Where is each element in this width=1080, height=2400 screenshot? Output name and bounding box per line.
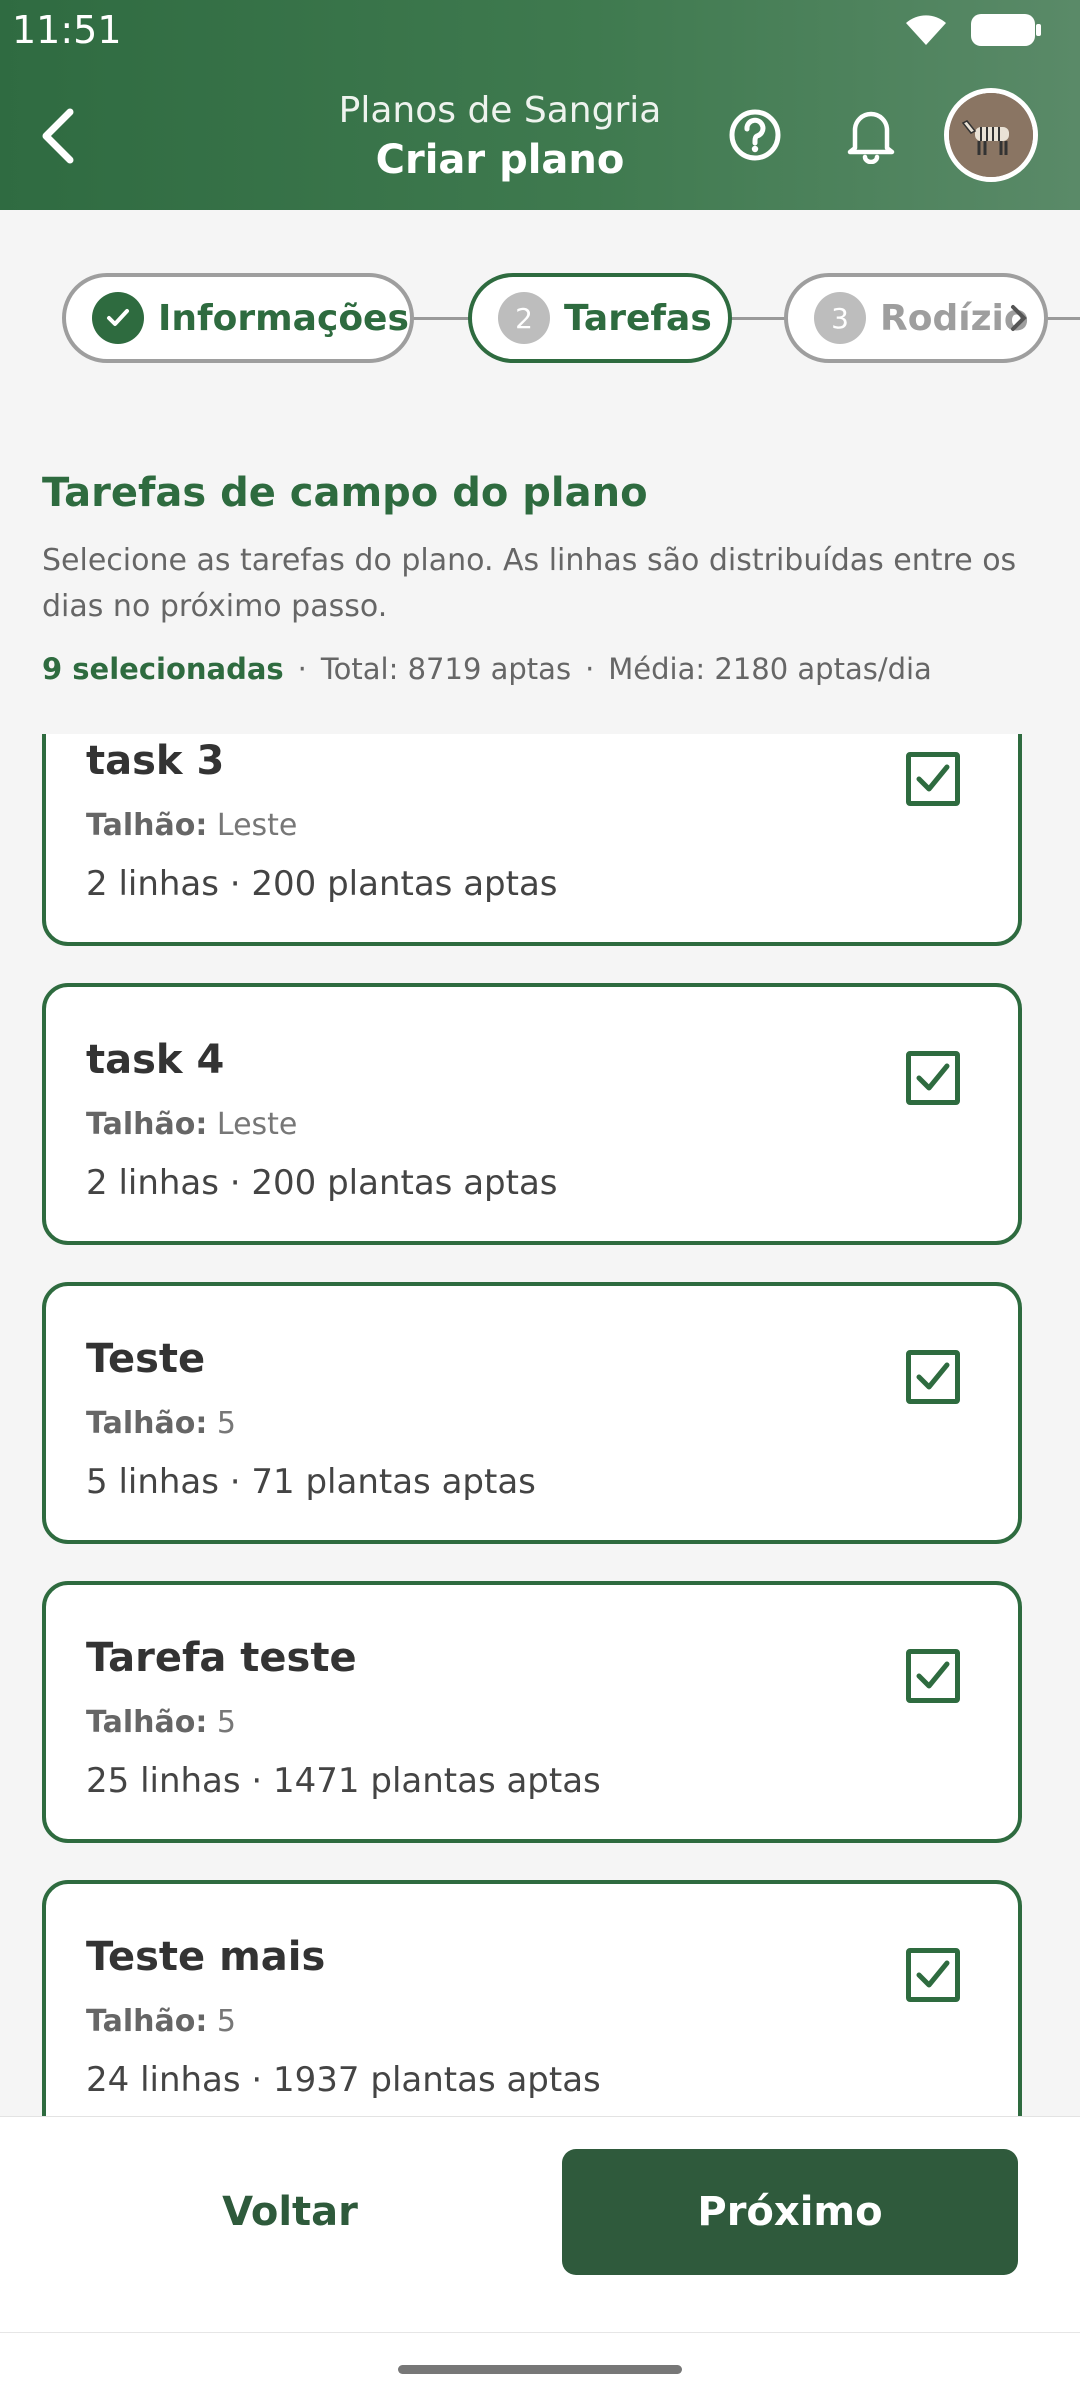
back-button[interactable]: Voltar <box>140 2149 440 2275</box>
task-talhao: Talhão: Leste <box>86 808 298 843</box>
check-circle-icon <box>92 292 144 344</box>
task-checkbox[interactable] <box>906 1350 960 1404</box>
avatar[interactable] <box>944 88 1038 182</box>
task-card[interactable]: task 3 Talhão: Leste 2 linhas · 200 plan… <box>42 734 1022 946</box>
task-checkbox[interactable] <box>906 1649 960 1703</box>
task-card[interactable]: task 4 Talhão: Leste 2 linhas · 200 plan… <box>42 983 1022 1245</box>
step-tarefas[interactable]: 2 Tarefas <box>468 273 732 363</box>
task-card[interactable]: Teste Talhão: 5 5 linhas · 71 plantas ap… <box>42 1282 1022 1544</box>
next-button[interactable]: Próximo <box>562 2149 1018 2275</box>
step-number: 3 <box>814 292 866 344</box>
step-number: 2 <box>498 292 550 344</box>
status-icons <box>904 12 1042 48</box>
check-icon <box>916 1063 950 1091</box>
task-name: Teste mais <box>86 1934 326 1980</box>
total-count: Total: 8719 aptas <box>320 652 572 686</box>
zebra-avatar-image <box>949 93 1033 177</box>
task-checkbox[interactable] <box>906 752 960 806</box>
task-meta: 2 linhas · 200 plantas aptas <box>86 864 558 904</box>
step-connector <box>410 317 470 320</box>
system-navigation-bar <box>0 2332 1080 2400</box>
task-list[interactable]: task 3 Talhão: Leste 2 linhas · 200 plan… <box>0 734 1080 2116</box>
section-description: Selecione as tarefas do plano. As linhas… <box>42 543 1017 624</box>
section-title: Tarefas de campo do plano <box>42 470 648 516</box>
check-icon <box>916 1362 950 1390</box>
task-talhao: Talhão: 5 <box>86 1705 236 1740</box>
step-label: Tarefas <box>564 297 712 339</box>
step-connector <box>1046 317 1080 320</box>
task-name: task 4 <box>86 1037 225 1083</box>
task-card[interactable]: Teste mais Talhão: 5 24 linhas · 1937 pl… <box>42 1880 1022 2116</box>
check-icon <box>916 1661 950 1689</box>
task-name: Teste <box>86 1336 206 1382</box>
task-talhao: Talhão: 5 <box>86 2004 236 2039</box>
task-talhao: Talhão: Leste <box>86 1107 298 1142</box>
task-checkbox[interactable] <box>906 1948 960 2002</box>
selected-count: 9 selecionadas <box>42 652 284 686</box>
task-meta: 24 linhas · 1937 plantas aptas <box>86 2060 601 2100</box>
step-label: Informações <box>158 297 409 339</box>
step-informacoes[interactable]: Informações <box>62 273 414 363</box>
home-indicator[interactable] <box>398 2365 682 2374</box>
check-icon <box>916 1960 950 1988</box>
check-icon <box>916 764 950 792</box>
average-count: Média: 2180 aptas/dia <box>608 652 932 686</box>
task-card[interactable]: Tarefa teste Talhão: 5 25 linhas · 1471 … <box>42 1581 1022 1843</box>
progress-stepper: Informações 2 Tarefas 3 Rodízio <box>0 268 1080 368</box>
step-rodizio[interactable]: 3 Rodízio <box>784 273 1048 363</box>
task-name: task 3 <box>86 738 225 784</box>
app-header: 11:51 Planos de Sangria Criar plano <box>0 0 1080 210</box>
task-meta: 5 linhas · 71 plantas aptas <box>86 1462 536 1502</box>
chevron-right-icon <box>1011 305 1027 331</box>
task-talhao: Talhão: 5 <box>86 1406 236 1441</box>
step-connector <box>728 317 788 320</box>
battery-icon <box>971 14 1041 46</box>
task-meta: 25 linhas · 1471 plantas aptas <box>86 1761 601 1801</box>
help-icon <box>729 109 781 161</box>
task-meta: 2 linhas · 200 plantas aptas <box>86 1163 558 1203</box>
help-button[interactable] <box>728 108 782 162</box>
selection-summary: 9 selecionadas · Total: 8719 aptas · Média: … <box>42 652 932 686</box>
notifications-button[interactable] <box>845 104 897 165</box>
wifi-icon <box>906 15 946 45</box>
task-name: Tarefa teste <box>86 1635 357 1681</box>
bottom-action-bar: Voltar Próximo <box>0 2116 1080 2332</box>
status-time: 11:51 <box>12 8 122 52</box>
task-checkbox[interactable] <box>906 1051 960 1105</box>
bell-icon <box>847 111 895 165</box>
step-label: Rodízio <box>880 297 1029 339</box>
